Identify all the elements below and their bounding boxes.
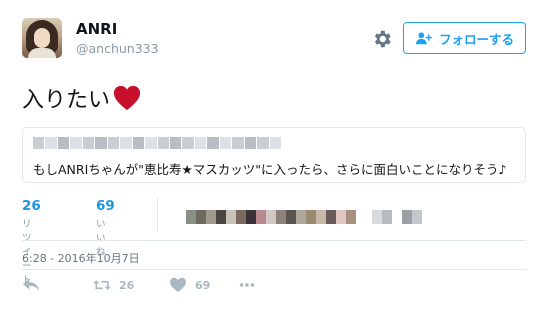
- stats-divider: [157, 198, 158, 232]
- quote-author-redacted: [33, 137, 282, 149]
- like-count: 69: [96, 198, 115, 214]
- reply-icon: [22, 278, 40, 292]
- heart-icon: [170, 277, 186, 293]
- tweet-text: 入りたい: [22, 82, 142, 114]
- liker-avatars[interactable]: [186, 210, 356, 224]
- quote-text: もしANRIちゃんが"恵比寿★マスカッツ"に入ったら、さらに面白いことになりそう…: [33, 162, 507, 177]
- avatar[interactable]: [22, 18, 62, 58]
- liker-avatars-more[interactable]: [372, 210, 422, 224]
- user-handle[interactable]: @anchun333: [76, 41, 159, 56]
- quoted-tweet[interactable]: もしANRIちゃんが"恵比寿★マスカッツ"に入ったら、さらに面白いことになりそう…: [22, 127, 526, 183]
- like-action-count: 69: [195, 278, 211, 292]
- divider: [22, 269, 526, 270]
- retweet-action-count: 26: [119, 278, 135, 292]
- retweet-button[interactable]: 26: [93, 277, 134, 293]
- like-button[interactable]: 69: [169, 277, 210, 293]
- tweet-actions: 26 69: [22, 277, 532, 297]
- tweet-text-body: 入りたい: [22, 88, 111, 113]
- follow-person-icon: [415, 32, 432, 45]
- avatar-body: [28, 48, 56, 58]
- follow-button[interactable]: フォローする: [403, 22, 526, 54]
- stat-retweets[interactable]: 26 リツイート: [22, 198, 41, 286]
- more-button[interactable]: [238, 277, 256, 293]
- divider: [22, 240, 526, 241]
- more-dots-icon: [239, 283, 255, 287]
- gear-icon[interactable]: [371, 28, 393, 50]
- avatar-face: [34, 28, 50, 48]
- user-name[interactable]: ANRI: [76, 20, 117, 38]
- heart-emoji-icon: [113, 85, 141, 111]
- reply-button[interactable]: [22, 277, 40, 293]
- retweet-icon: [93, 280, 111, 290]
- timestamp[interactable]: 6:28 - 2016年10月7日: [22, 250, 140, 266]
- retweet-count: 26: [22, 198, 41, 214]
- follow-button-label: フォローする: [438, 31, 514, 47]
- stat-likes[interactable]: 69 いいね: [96, 198, 115, 258]
